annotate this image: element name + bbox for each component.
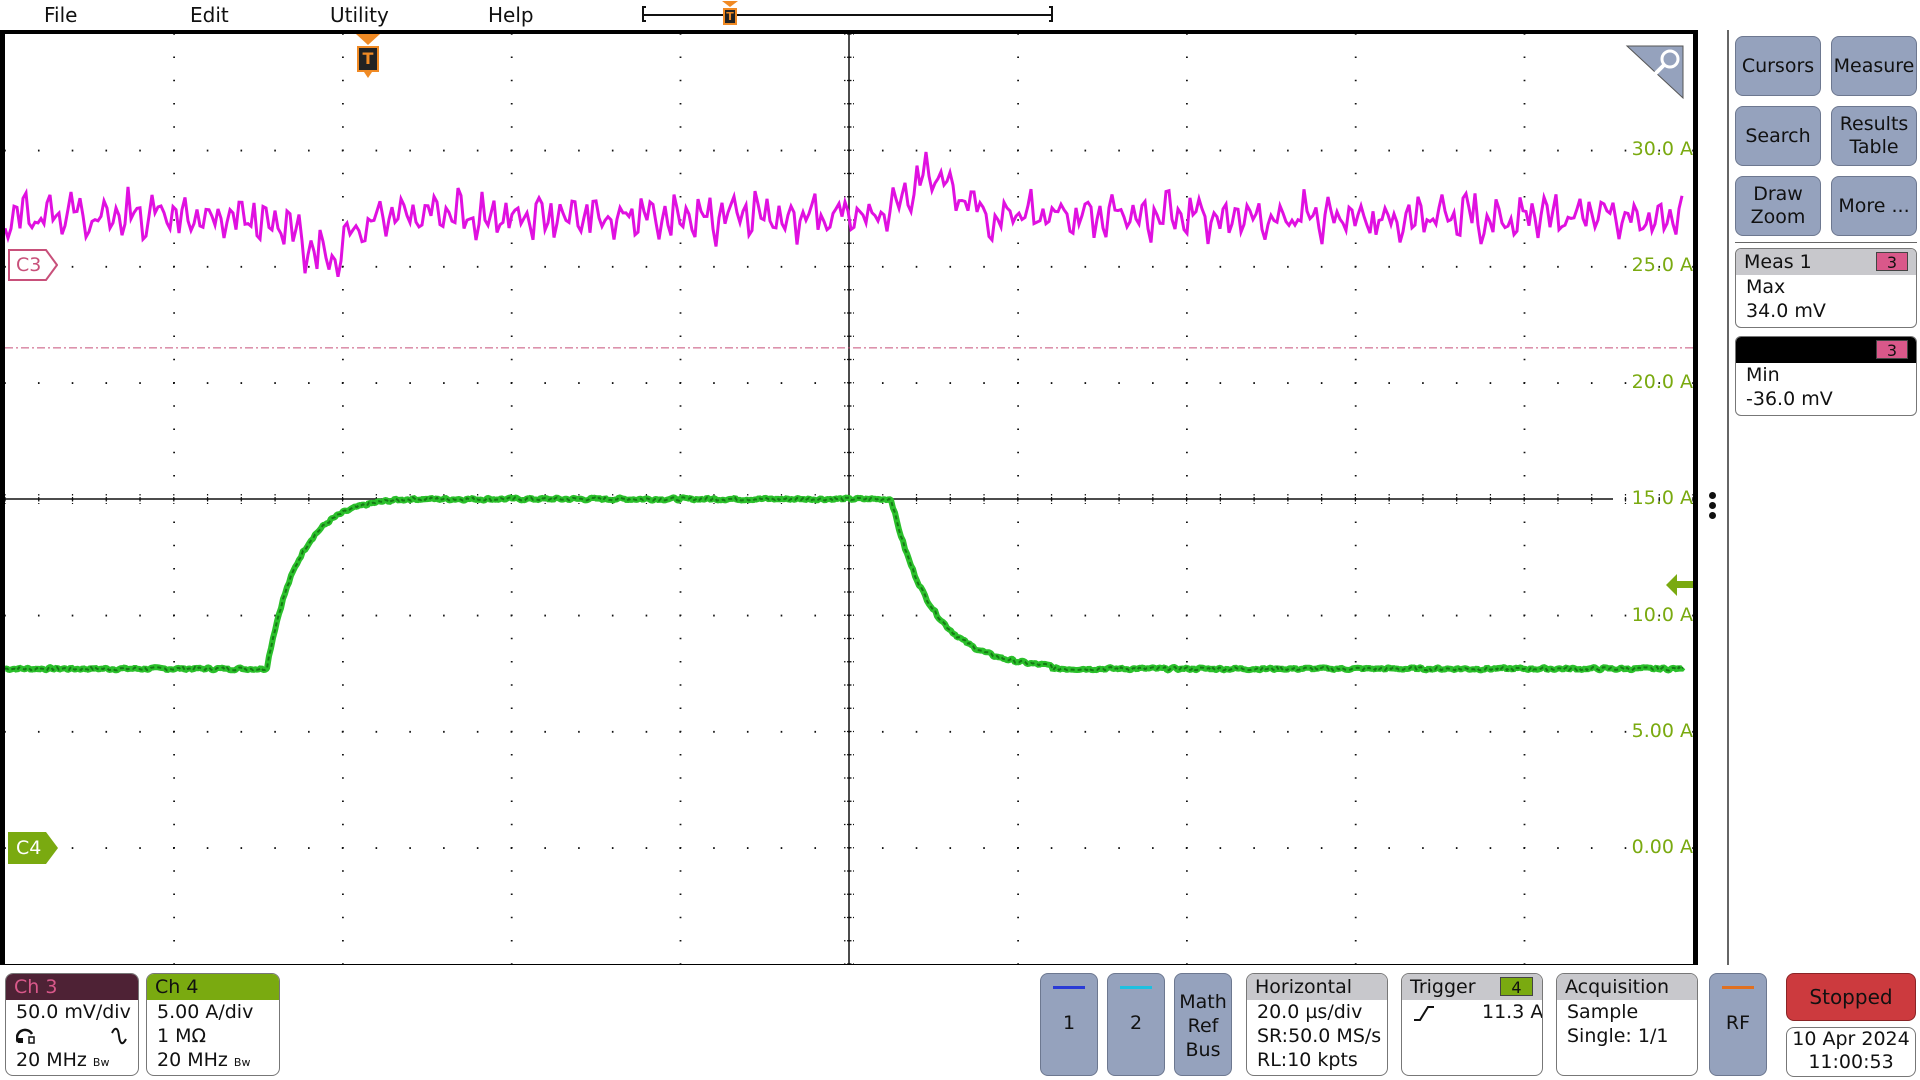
menu-help[interactable]: Help	[488, 3, 534, 27]
trigger-marker-tip-icon	[364, 72, 372, 78]
rf-label: RF	[1725, 1012, 1751, 1034]
trigger-badge[interactable]: Trigger 4 11.3 A	[1401, 973, 1543, 1076]
meas1-title: Meas 1	[1744, 251, 1812, 273]
rf-button[interactable]: RF	[1709, 973, 1767, 1076]
ch2-button[interactable]: 2	[1107, 973, 1165, 1076]
rising-edge-icon	[1414, 1006, 1434, 1021]
menu-edit[interactable]: Edit	[190, 3, 229, 27]
waveform-svg	[5, 34, 1693, 964]
bandwidth-limit-icon: Bw	[233, 1056, 251, 1069]
record-length: RL:10 kpts	[1257, 1049, 1358, 1071]
scale-label-15a: 15.0 A	[1631, 487, 1693, 509]
acquisition-title: Acquisition	[1557, 974, 1697, 1000]
horizontal-scale: 20.0 µs/div	[1257, 1001, 1363, 1023]
trigger-time-marker[interactable]: T	[357, 46, 379, 72]
trigger-position-triangle-icon	[356, 34, 380, 45]
horizontal-title: Horizontal	[1247, 974, 1387, 1000]
results-table-button[interactable]: Results Table	[1831, 106, 1917, 166]
trigger-level-arrow-icon[interactable]	[1666, 574, 1693, 596]
bus-label: Bus	[1185, 1039, 1221, 1061]
meas1-value: 34.0 mV	[1746, 300, 1826, 322]
more-button[interactable]: More ...	[1831, 176, 1917, 236]
ac-coupling-icon	[111, 1027, 127, 1045]
cursors-button[interactable]: Cursors	[1735, 36, 1821, 96]
timeline-bar	[642, 14, 1052, 16]
more-options-dots-icon[interactable]	[1709, 492, 1717, 522]
sample-rate: SR:50.0 MS/s	[1257, 1025, 1382, 1047]
meas2-badge[interactable]: 3 Min -36.0 mV	[1735, 336, 1917, 416]
scale-label-20a: 20.0 A	[1631, 371, 1693, 393]
scale-label-0a: 0.00 A	[1631, 836, 1693, 858]
meas2-type: Min	[1746, 364, 1780, 386]
right-panel: Cursors Measure Search Results Table Dra…	[1727, 30, 1920, 965]
trigger-position-triangle-icon	[722, 1, 738, 7]
acquisition-badge[interactable]: Acquisition Sample Single: 1/1	[1556, 973, 1698, 1076]
ch4-waveform-detail	[5, 495, 1684, 673]
panel-divider	[1735, 242, 1917, 243]
timeline-trigger-marker[interactable]: T	[723, 8, 737, 25]
horizontal-badge[interactable]: Horizontal 20.0 µs/div SR:50.0 MS/s RL:1…	[1246, 973, 1388, 1076]
acquisition-mode: Sample	[1567, 1001, 1639, 1023]
waveform-display[interactable]: T 30.0 A 25.0 A 20.0 A 15.0 A 10.0 A 5.0…	[5, 34, 1693, 964]
date-time-display: 10 Apr 2024 11:00:53	[1786, 1027, 1916, 1077]
ch3-badge[interactable]: Ch 3 50.0 mV/div 20 MHz Bw	[5, 973, 139, 1076]
ch4-impedance: 1 MΩ	[157, 1025, 207, 1047]
trigger-title: Trigger	[1410, 976, 1476, 998]
ch4-bandwidth: 20 MHz	[157, 1049, 228, 1071]
ch4-waveform	[5, 494, 1686, 674]
acquisition-count: Single: 1/1	[1567, 1025, 1669, 1047]
settings-bar: Ch 3 50.0 mV/div 20 MHz Bw Ch 4 5.00 A/d…	[0, 965, 1920, 1080]
trigger-level: 11.3 A	[1482, 1001, 1543, 1023]
ch3-title: Ch 3	[6, 974, 138, 1000]
date-label: 10 Apr 2024	[1792, 1028, 1910, 1050]
ch2-label: 2	[1129, 1012, 1143, 1034]
ch3-bandwidth: 20 MHz	[16, 1049, 87, 1071]
run-stop-status-button[interactable]: Stopped	[1786, 973, 1916, 1021]
math-label: Math	[1179, 991, 1227, 1013]
meas1-source-badge: 3	[1876, 252, 1908, 272]
menu-utility[interactable]: Utility	[330, 3, 389, 27]
ch3-marker-label: C3	[16, 254, 42, 276]
menu-file[interactable]: File	[44, 3, 77, 27]
ch1-button[interactable]: 1	[1040, 973, 1098, 1076]
measure-button[interactable]: Measure	[1831, 36, 1917, 96]
meas2-value: -36.0 mV	[1746, 388, 1833, 410]
ch4-title: Ch 4	[147, 974, 279, 1000]
time-label: 11:00:53	[1808, 1051, 1894, 1073]
timeline-right-bracket	[1049, 6, 1053, 22]
ch3-scale: 50.0 mV/div	[16, 1001, 131, 1023]
magnifier-icon[interactable]	[1625, 44, 1687, 102]
probe-icon	[16, 1028, 35, 1044]
ch2-color-bar	[1120, 986, 1152, 989]
rf-color-bar	[1722, 986, 1754, 989]
trigger-source-badge: 4	[1500, 977, 1533, 997]
ch4-ground-marker[interactable]: C4	[8, 832, 58, 864]
bandwidth-limit-icon: Bw	[92, 1056, 110, 1069]
draw-zoom-button[interactable]: Draw Zoom	[1735, 176, 1821, 236]
meas1-badge[interactable]: Meas 1 3 Max 34.0 mV	[1735, 248, 1917, 328]
scale-label-25a: 25.0 A	[1631, 254, 1693, 276]
ch3-ground-marker[interactable]: C3	[8, 249, 58, 281]
meas1-type: Max	[1746, 276, 1786, 298]
ref-label: Ref	[1187, 1015, 1219, 1037]
scale-label-10a: 10.0 A	[1631, 604, 1693, 626]
math-ref-bus-button[interactable]: Math Ref Bus	[1174, 973, 1232, 1076]
ch1-color-bar	[1053, 986, 1085, 989]
ch3-waveform	[5, 151, 1684, 277]
ch4-badge[interactable]: Ch 4 5.00 A/div 1 MΩ 20 MHz Bw	[146, 973, 280, 1076]
scale-label-5a: 5.00 A	[1631, 720, 1693, 742]
search-button[interactable]: Search	[1735, 106, 1821, 166]
scale-label-30a: 30.0 A	[1631, 138, 1693, 160]
ch4-scale: 5.00 A/div	[157, 1001, 254, 1023]
ch4-marker-label: C4	[16, 837, 42, 859]
ch1-label: 1	[1062, 1012, 1076, 1034]
meas2-source-badge: 3	[1876, 340, 1908, 360]
